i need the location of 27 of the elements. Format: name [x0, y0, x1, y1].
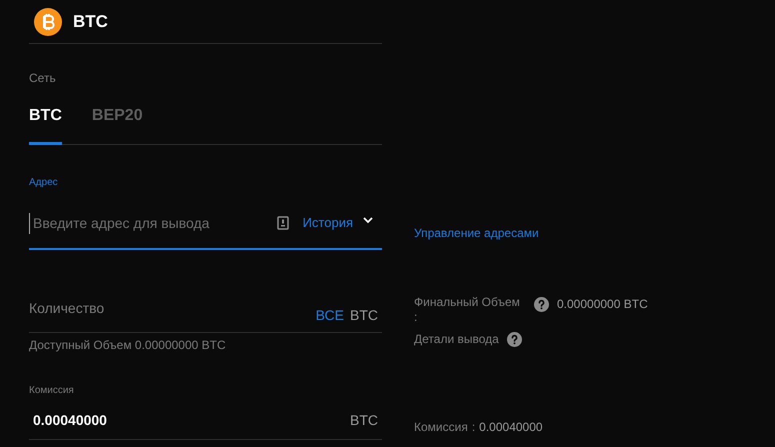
fee-summary-label: Комиссия — [414, 419, 468, 436]
manage-addresses-link[interactable]: Управление адресами — [414, 224, 539, 242]
network-tab[interactable]: BTC — [29, 104, 62, 145]
amount-unit: BTC — [350, 306, 378, 325]
coin-symbol: BTC — [73, 10, 108, 33]
address-label: Адрес — [29, 176, 59, 190]
fee-label: Комиссия — [29, 384, 75, 398]
clipboard-icon[interactable] — [276, 216, 289, 230]
chevron-down-icon[interactable] — [363, 216, 373, 224]
final-amount-value: 0.00000000 BTC — [557, 296, 648, 313]
help-icon[interactable] — [506, 332, 522, 346]
address-field[interactable]: Введите адрес для вывода — [29, 212, 277, 234]
label-colon: : — [414, 311, 418, 323]
final-amount-label: Финальный Объем — [414, 294, 521, 311]
history-button[interactable]: История — [302, 213, 353, 233]
fee-summary-value: 0.00040000 — [479, 419, 543, 436]
fee-unit: BTC — [350, 411, 378, 430]
amount-field[interactable]: Количество — [29, 298, 316, 319]
network-tab[interactable]: BEP20 — [92, 104, 143, 145]
available-balance: Доступный Объем 0.00000000 BTC — [29, 337, 227, 354]
withdraw-details-label: Детали вывода — [414, 331, 499, 348]
network-label: Сеть — [29, 70, 57, 87]
label-colon: : — [472, 419, 476, 436]
all-button[interactable]: ВСЕ — [316, 305, 344, 326]
coin-icon — [34, 8, 62, 36]
help-icon[interactable] — [534, 296, 549, 312]
fee-value: 0.00040000 — [32, 411, 108, 430]
